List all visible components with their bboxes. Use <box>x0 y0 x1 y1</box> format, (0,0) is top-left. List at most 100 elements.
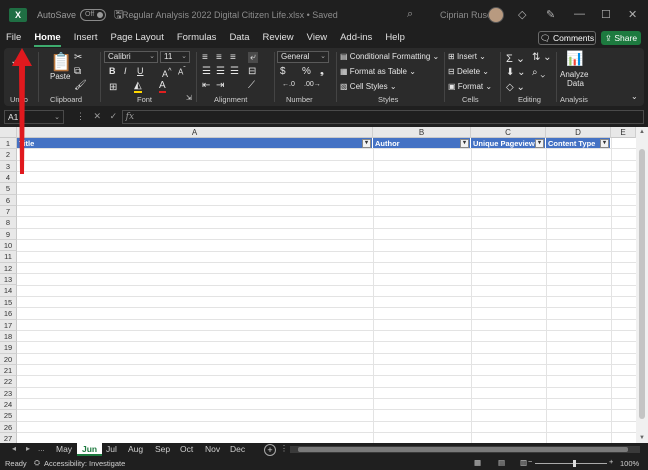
sheet-tab-jun[interactable]: Jun <box>77 443 103 456</box>
number-format-dropdown[interactable]: General ⌄ <box>277 51 329 63</box>
sheet-tab-may[interactable]: May <box>56 443 72 456</box>
format-cells-button[interactable]: ▣ Format ⌄ <box>448 82 492 91</box>
indent-increase-icon[interactable]: ⇥ <box>216 80 224 91</box>
align-bottom-icon[interactable]: ≡ <box>230 52 236 63</box>
cell-styles-button[interactable]: ▧ Cell Styles ⌄ <box>340 82 397 91</box>
merge-icon[interactable]: ⊟ <box>248 66 256 77</box>
document-title[interactable]: Regular Analysis 2022 Digital Citizen Li… <box>122 10 338 20</box>
bold-button[interactable]: B <box>109 66 116 76</box>
tab-formulas[interactable]: Formulas <box>177 30 224 46</box>
scrollbar-thumb[interactable] <box>298 447 628 452</box>
row-header[interactable]: 6 <box>0 194 17 207</box>
normal-view-icon[interactable]: ▦ <box>474 458 481 467</box>
conditional-formatting-button[interactable]: ▤ Conditional Formatting ⌄ <box>340 52 439 61</box>
row-header[interactable]: 9 <box>0 228 17 241</box>
table-header-pageviews[interactable]: Unique Pageviews ▾ <box>471 138 546 149</box>
analyze-data-icon[interactable]: 📊 <box>566 50 583 67</box>
horizontal-scrollbar[interactable] <box>290 446 640 453</box>
accessibility-status[interactable]: Accessibility: Investigate <box>44 459 125 468</box>
close-icon[interactable]: ✕ <box>628 8 637 21</box>
zoom-out-icon[interactable]: − <box>528 457 532 466</box>
filter-dropdown-icon[interactable]: ▾ <box>362 139 371 148</box>
name-box[interactable]: A1 ⌄ <box>4 110 64 124</box>
column-header-e[interactable]: E <box>611 127 636 138</box>
search-icon[interactable]: ⌕ <box>407 8 413 21</box>
row-header[interactable]: 2 <box>0 149 17 161</box>
page-layout-view-icon[interactable]: ▤ <box>498 458 505 467</box>
filter-dropdown-icon[interactable]: ▾ <box>600 139 609 148</box>
align-center-icon[interactable]: ☰ <box>216 66 225 77</box>
sheet-tab-sep[interactable]: Sep <box>155 443 170 456</box>
row-header[interactable]: 12 <box>0 262 17 275</box>
column-header-c[interactable]: C <box>471 127 546 138</box>
wrap-text-icon[interactable]: ⤶ <box>248 52 258 63</box>
font-size-dropdown[interactable]: 11 ⌄ <box>160 51 190 63</box>
row-header[interactable]: 24 <box>0 398 17 411</box>
align-middle-icon[interactable]: ≡ <box>216 52 222 63</box>
row-header[interactable]: 7 <box>0 206 17 218</box>
row-header[interactable]: 25 <box>0 410 17 422</box>
underline-button[interactable]: U <box>137 66 144 76</box>
paste-button[interactable]: Paste <box>50 72 70 81</box>
borders-icon[interactable]: ⊞ <box>109 82 117 93</box>
prev-sheet-icon[interactable]: ◂ <box>12 444 16 453</box>
row-header[interactable]: 4 <box>0 172 17 184</box>
zoom-slider[interactable] <box>535 463 607 464</box>
column-header-a[interactable]: A <box>17 127 373 138</box>
sheet-tab-nov[interactable]: Nov <box>205 443 220 456</box>
column-header-b[interactable]: B <box>373 127 471 138</box>
autosum-icon[interactable]: Σ ⌄ <box>506 52 525 65</box>
tab-page-layout[interactable]: Page Layout <box>110 30 170 46</box>
cancel-icon[interactable]: ✕ <box>94 111 102 121</box>
avatar[interactable] <box>488 7 504 23</box>
row-header[interactable]: 19 <box>0 342 17 354</box>
cut-icon[interactable]: ✂ <box>74 52 82 63</box>
enter-icon[interactable]: ✓ <box>110 111 118 121</box>
page-break-view-icon[interactable]: ▥ <box>520 458 527 467</box>
copy-icon[interactable]: ⧉ <box>74 66 81 77</box>
row-header[interactable]: 13 <box>0 274 17 286</box>
increase-decimal-icon[interactable]: ←.0 <box>282 81 295 88</box>
next-sheet-icon[interactable]: ▸ <box>26 444 30 453</box>
zoom-slider-knob[interactable] <box>573 460 576 467</box>
format-as-table-button[interactable]: ▦ Format as Table ⌄ <box>340 67 416 76</box>
row-header[interactable]: 14 <box>0 285 17 297</box>
paste-icon[interactable]: 📋 <box>50 52 72 73</box>
add-sheet-button[interactable]: + <box>264 444 276 456</box>
diamond-icon[interactable]: ◇ <box>518 8 526 21</box>
format-painter-icon[interactable]: 🖌 <box>74 80 87 91</box>
delete-cells-button[interactable]: ⊟ Delete ⌄ <box>448 67 489 76</box>
align-right-icon[interactable]: ☰ <box>230 66 239 77</box>
filter-dropdown-icon[interactable]: ▾ <box>535 139 544 148</box>
sheet-tab-aug[interactable]: Aug <box>128 443 143 456</box>
filter-dropdown-icon[interactable]: ▾ <box>460 139 469 148</box>
tab-help[interactable]: Help <box>385 30 412 46</box>
row-header[interactable]: 22 <box>0 376 17 388</box>
minimize-icon[interactable]: — <box>574 8 585 20</box>
select-all-corner[interactable] <box>0 127 17 138</box>
undo-icon[interactable]: ↶ <box>12 56 22 70</box>
font-color-icon[interactable]: A <box>159 80 166 93</box>
decrease-decimal-icon[interactable]: .00→ <box>304 81 321 88</box>
row-header[interactable]: 1 <box>0 138 17 150</box>
more-sheets[interactable]: ... <box>38 444 45 453</box>
row-header[interactable]: 20 <box>0 353 17 365</box>
vertical-scrollbar[interactable]: ▲ ▼ <box>636 127 648 443</box>
maximize-icon[interactable]: ☐ <box>601 8 611 21</box>
increase-font-icon[interactable]: A^ <box>162 66 172 79</box>
scroll-up-icon[interactable]: ▲ <box>636 129 648 135</box>
accessibility-icon[interactable]: ⛭ <box>34 458 40 468</box>
font-name-dropdown[interactable]: Calibri ⌄ <box>104 51 158 63</box>
zoom-in-icon[interactable]: + <box>609 457 613 466</box>
italic-button[interactable]: I <box>124 66 127 76</box>
row-header[interactable]: 27 <box>0 432 17 443</box>
decrease-font-icon[interactable]: Aˇ <box>178 66 186 77</box>
comma-icon[interactable]: ❟ <box>320 66 324 77</box>
row-header[interactable]: 16 <box>0 308 17 320</box>
share-button[interactable]: ⇪ Share <box>601 31 641 45</box>
row-header[interactable]: 26 <box>0 421 17 433</box>
sheet-tab-dec[interactable]: Dec <box>230 443 245 456</box>
row-header[interactable]: 17 <box>0 319 17 331</box>
find-select-icon[interactable]: ⌕ ⌄ <box>532 67 545 78</box>
table-header-content-type[interactable]: Content Type ▾ <box>546 138 611 149</box>
